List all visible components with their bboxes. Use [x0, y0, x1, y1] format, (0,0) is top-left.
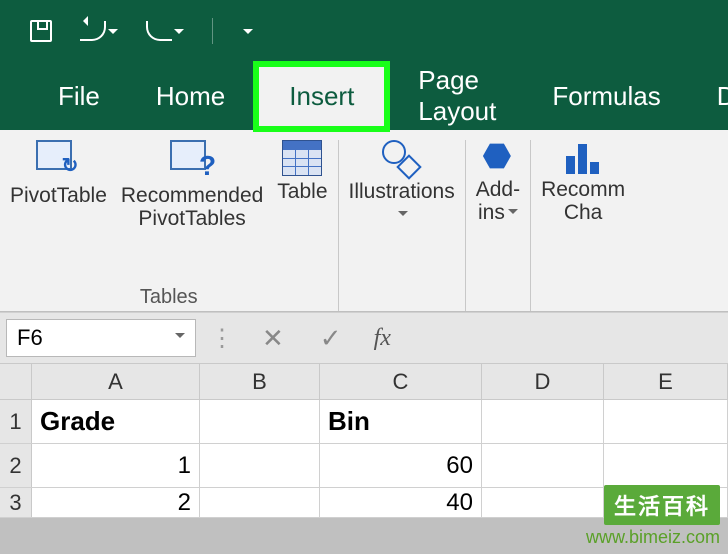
watermark-brand: 生活百科: [604, 485, 720, 525]
illustrations-button[interactable]: Illustrations: [349, 140, 455, 226]
watermark-url: www.bimeiz.com: [586, 527, 720, 548]
watermark: 生活百科 www.bimeiz.com: [586, 485, 720, 548]
chevron-down-icon: [508, 209, 518, 219]
ribbon-group-charts: Recomm Cha: [531, 140, 635, 311]
cell-e2[interactable]: [604, 444, 728, 487]
row-1: 1 Grade Bin: [0, 400, 728, 444]
ribbon-group-tables: ↻ PivotTable ? Recommended PivotTables T…: [0, 140, 339, 311]
cell-b2[interactable]: [200, 444, 320, 487]
formula-bar-separator: ⋮: [204, 324, 240, 353]
quick-access-toolbar: [0, 0, 728, 62]
addins-icon: [481, 140, 515, 174]
pivottable-button[interactable]: ↻ PivotTable: [10, 140, 107, 230]
tab-insert[interactable]: Insert: [259, 67, 384, 126]
recommended-pivottables-icon: ?: [170, 140, 214, 180]
tab-data[interactable]: Data: [689, 67, 728, 126]
recommended-pivottables-button[interactable]: ? Recommended PivotTables: [121, 140, 263, 230]
ribbon-group-illustrations: Illustrations: [339, 140, 466, 311]
chevron-down-icon[interactable]: [175, 333, 185, 343]
row-header-2[interactable]: 2: [0, 444, 32, 487]
ribbon-group-label-tables: Tables: [140, 286, 198, 309]
bar-chart-icon: [566, 140, 600, 174]
tab-page-layout[interactable]: Page Layout: [390, 51, 524, 141]
cell-e1[interactable]: [604, 400, 728, 443]
undo-icon[interactable]: [80, 21, 118, 41]
pivottable-icon: ↻: [36, 140, 80, 180]
name-box[interactable]: F6: [6, 319, 196, 357]
cell-c2[interactable]: 60: [320, 444, 482, 487]
cancel-formula-icon[interactable]: ✕: [248, 323, 298, 354]
row-header-1[interactable]: 1: [0, 400, 32, 443]
row-2: 2 1 60: [0, 444, 728, 488]
col-header-a[interactable]: A: [32, 364, 200, 399]
recommended-charts-button[interactable]: Recomm Cha: [541, 140, 625, 224]
redo-icon[interactable]: [146, 21, 184, 41]
table-icon: [282, 140, 322, 176]
ribbon-insert: ↻ PivotTable ? Recommended PivotTables T…: [0, 130, 728, 312]
enter-formula-icon[interactable]: ✓: [306, 323, 356, 354]
cell-a3[interactable]: 2: [32, 488, 200, 517]
column-headers: A B C D E: [0, 364, 728, 400]
cell-c1[interactable]: Bin: [320, 400, 482, 443]
cell-b1[interactable]: [200, 400, 320, 443]
qat-separator: [212, 18, 213, 44]
formula-bar: F6 ⋮ ✕ ✓ fx: [0, 312, 728, 364]
col-header-c[interactable]: C: [320, 364, 482, 399]
tab-formulas[interactable]: Formulas: [524, 67, 688, 126]
col-header-d[interactable]: D: [482, 364, 604, 399]
cell-a2[interactable]: 1: [32, 444, 200, 487]
tab-file[interactable]: File: [30, 67, 128, 126]
row-header-3[interactable]: 3: [0, 488, 32, 517]
col-header-b[interactable]: B: [200, 364, 320, 399]
cell-c3[interactable]: 40: [320, 488, 482, 517]
cell-d1[interactable]: [482, 400, 604, 443]
tab-home[interactable]: Home: [128, 67, 253, 126]
chevron-down-icon: [398, 211, 408, 221]
customize-qat-icon[interactable]: [243, 29, 253, 39]
select-all-corner[interactable]: [0, 364, 32, 399]
col-header-e[interactable]: E: [604, 364, 728, 399]
table-button[interactable]: Table: [277, 140, 327, 230]
cell-d2[interactable]: [482, 444, 604, 487]
insert-function-button[interactable]: fx: [364, 325, 401, 352]
shapes-icon: [382, 140, 422, 176]
cell-a1[interactable]: Grade: [32, 400, 200, 443]
addins-button[interactable]: Add- ins: [476, 140, 520, 224]
ribbon-group-addins: Add- ins: [466, 140, 531, 311]
tab-insert-highlight: Insert: [253, 61, 390, 132]
ribbon-tabs: File Home Insert Page Layout Formulas Da…: [0, 62, 728, 130]
cell-b3[interactable]: [200, 488, 320, 517]
save-icon[interactable]: [30, 20, 52, 42]
